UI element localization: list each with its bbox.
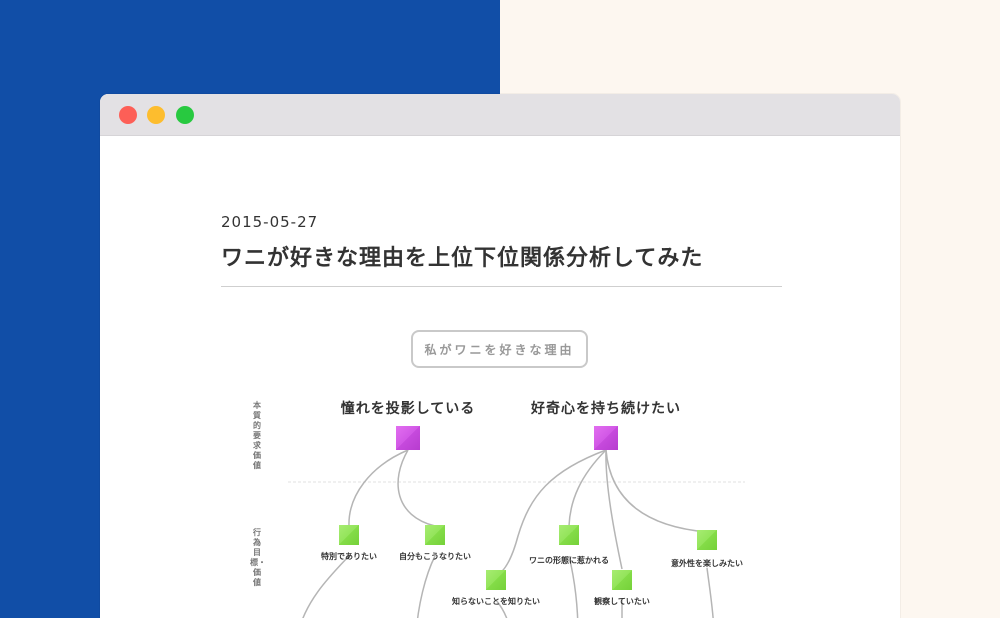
sub-node-label: 観察していたい xyxy=(594,597,650,606)
connector-line xyxy=(397,449,436,527)
sub-node-label: 知らないことを知りたい xyxy=(452,597,540,606)
sub-node-marker xyxy=(612,570,632,590)
sub-node-label: 特別でありたい xyxy=(321,552,377,561)
window-titlebar xyxy=(100,94,900,136)
connector-line xyxy=(302,555,350,618)
sub-node-marker xyxy=(559,525,579,545)
top-node-label: 好奇心を持ち続けたい xyxy=(531,401,681,417)
connector-line xyxy=(348,449,409,527)
sub-node-label: 自分もこうなりたい xyxy=(399,552,471,561)
top-node-label: 憧れを投影している xyxy=(340,401,476,417)
minimize-window-button[interactable] xyxy=(147,106,165,124)
connector-line xyxy=(568,449,607,527)
sub-node-marker xyxy=(425,525,445,545)
page-content: 2015-05-27 ワニが好きな理由を上位下位関係分析してみた 私がワニを好き… xyxy=(100,136,900,618)
axis-label-bottom: 行為目標・価値 xyxy=(250,528,266,587)
top-node-marker xyxy=(396,426,420,450)
connector-line xyxy=(416,555,436,618)
sub-node-marker xyxy=(697,530,717,550)
connector-line xyxy=(706,567,714,618)
sub-node-marker xyxy=(486,570,506,590)
diagram-root-box: 私がワニを好きな理由 xyxy=(411,330,588,368)
sub-node-label: 意外性を楽しみたい xyxy=(671,559,743,568)
browser-window: 2015-05-27 ワニが好きな理由を上位下位関係分析してみた 私がワニを好き… xyxy=(100,94,900,618)
sub-node-marker xyxy=(339,525,359,545)
sub-node-label: ワニの形態に惹かれる xyxy=(529,556,609,565)
maximize-window-button[interactable] xyxy=(176,106,194,124)
diagram-connectors xyxy=(288,449,745,618)
top-node-marker xyxy=(594,426,618,450)
hierarchy-diagram: 私がワニを好きな理由 本質的要求価値 行為目標・価値 憧れを投影している 好奇心… xyxy=(100,136,900,618)
axis-label-top: 本質的要求価値 xyxy=(253,401,261,470)
connector-line xyxy=(605,449,708,533)
close-window-button[interactable] xyxy=(119,106,137,124)
